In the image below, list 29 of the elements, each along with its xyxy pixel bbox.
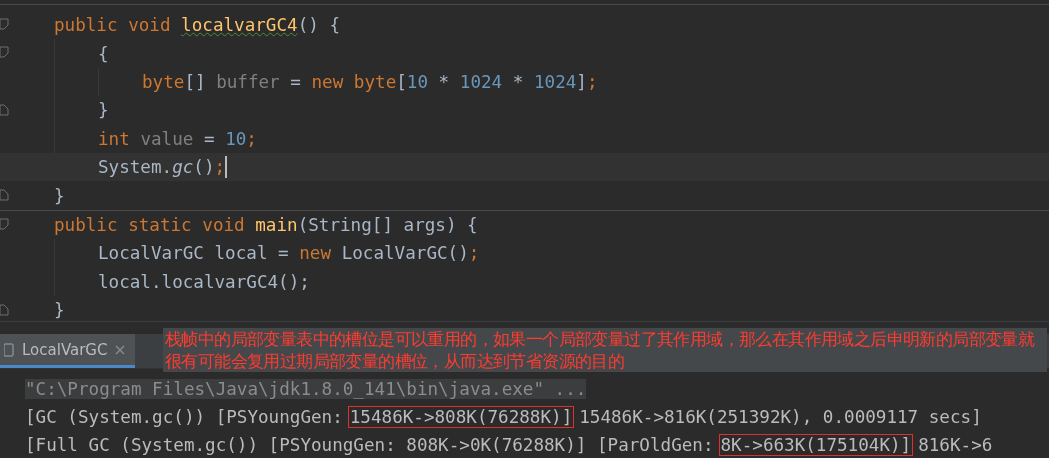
run-tab[interactable]: LocalVarGC: [0, 334, 136, 368]
console-text: "C:\Program Files\Java\jdk1.8.0_141\bin\java.exe" ...: [25, 378, 587, 399]
close-icon[interactable]: [115, 344, 126, 355]
console-text: 15486K->816K(251392K), 0.0009117 secs]: [579, 406, 982, 427]
fold-icon[interactable]: [0, 18, 9, 30]
code-line: public static void main(String[] args) {: [54, 214, 478, 235]
code-line: {: [98, 43, 109, 64]
highlight-box: 8K->663K(175104K)]: [718, 433, 914, 456]
fold-icon[interactable]: [0, 104, 9, 117]
code-line: }: [54, 300, 65, 321]
fold-icon[interactable]: [0, 217, 9, 230]
code-line: System.gc();: [98, 157, 226, 178]
fold-icon[interactable]: [0, 46, 9, 59]
text-cursor: [225, 156, 228, 179]
code-line: local.localvarGC4();: [98, 271, 310, 292]
code-line: }: [54, 185, 65, 206]
code-line: int value = 10;: [98, 128, 257, 149]
fold-icon[interactable]: [0, 303, 9, 316]
code-line: byte[] buffer = new byte[10 * 1024 * 1024];: [142, 71, 598, 92]
console-text: [GC (System.gc()) [PSYoungGen:: [25, 406, 343, 427]
annotation-note: 栈帧中的局部变量表中的槽位是可以重用的，如果一个局部变量过了其作用域，那么在其作用域之后申明新的局部变量就很有可能会复用过期局部变量的槽位，从而达到节省资源的目的: [163, 328, 1047, 372]
console-text: [Full GC (System.gc()) [PSYoungGen: 808K->0K(76288K)] [ParOldGen:: [25, 434, 714, 455]
highlight-box: 15486K->808K(76288K)]: [347, 405, 575, 428]
run-config-icon: [4, 342, 14, 357]
fold-icon[interactable]: [0, 189, 9, 202]
code-line: }: [98, 100, 109, 121]
code-line: public void localvarGC4() {: [54, 15, 340, 36]
code-line: LocalVarGC local = new LocalVarGC();: [98, 243, 480, 264]
console-text: 816K->6: [918, 434, 993, 455]
